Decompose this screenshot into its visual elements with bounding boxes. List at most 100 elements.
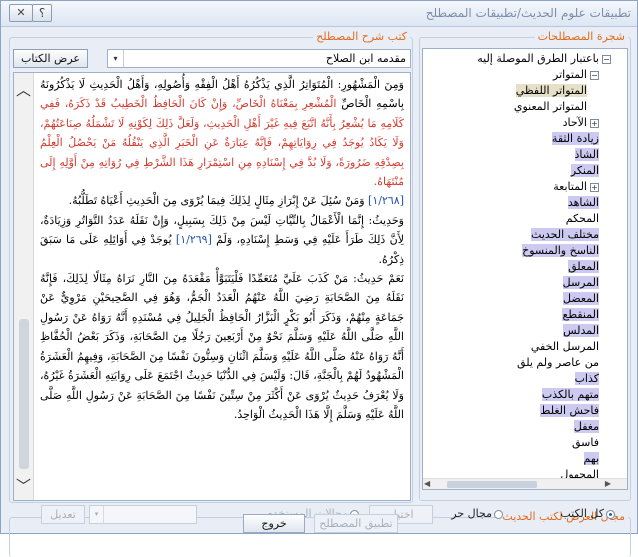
exit-button[interactable]: خروج (243, 514, 305, 533)
tree-hscroll-thumb[interactable] (447, 481, 537, 488)
window-title: تطبيقات علوم الحديث/تطبيقات المصطلح (425, 6, 631, 20)
selected-book: مقدمه ابن الصلاح (325, 52, 406, 65)
tree-item[interactable]: مختلف الحديث (531, 227, 613, 242)
tree-item[interactable]: المنكر (570, 163, 613, 178)
tree-item-label: مختلف الحديث (531, 228, 599, 241)
tree-item[interactable]: الشاهد (567, 195, 613, 210)
terms-tree-panel: شجرة المصطلحات −باعتبار الطرق الموصلة إل… (419, 30, 631, 501)
chevron-down-icon[interactable]: ▾ (90, 506, 104, 523)
tree-item[interactable]: +الآحاد (563, 115, 613, 130)
title-bar: تطبيقات علوم الحديث/تطبيقات المصطلح ✕ ؟ (1, 1, 637, 27)
text-scroll-thumb[interactable] (19, 319, 29, 469)
tree-item-label: المعضل (563, 292, 599, 305)
text-paragraph: [١/٢٦٨] وَمَنْ سُئِلَ عَنْ إِبْرَازِ مِث… (40, 191, 404, 210)
apply-term-button[interactable]: تطبيق المصطلح (314, 514, 398, 533)
help-button[interactable]: ؟ (32, 4, 52, 22)
tree-item[interactable]: متهم بالكذب (541, 387, 613, 402)
tree-item-label: فاسق (571, 436, 599, 449)
text-vertical-scrollbar[interactable]: ︿ ﹀ (14, 73, 34, 500)
tree-item[interactable]: كذاب (574, 371, 613, 386)
book-text: وَمِنَ الْمَشْهُورِ: الْمُتَوَاتِرُ الَّ… (36, 73, 408, 500)
tree-item-label: الناسخ والمنسوخ (522, 244, 599, 257)
tree-item-label: المرسل الخفي (530, 340, 599, 353)
tree-item[interactable]: فاسق (572, 435, 613, 450)
tree-item-label: المتواتر اللفظي (515, 84, 587, 97)
book-toolbar: عرض الكتاب ▾ مقدمه ابن الصلاح (13, 49, 411, 69)
tree-item[interactable]: المحكم (566, 211, 613, 226)
book-text-area[interactable]: ︿ ﹀ وَمِنَ الْمَشْهُورِ: الْمُتَوَاتِرُ … (13, 72, 411, 501)
tree-item[interactable]: المرسل الخفي (531, 339, 613, 354)
tree-item-label: المرسل (562, 276, 599, 289)
tree-item-label: الشاذ (574, 148, 599, 161)
tree-item-label: المتابعة (553, 180, 587, 193)
free-field-label: مجال حر (451, 507, 492, 520)
tree-item[interactable]: +المتابعة (553, 179, 613, 194)
all-books-label: كل الكتب (560, 507, 604, 520)
tree-item[interactable]: المتواتر المعنوي (514, 99, 613, 114)
tree-item-label: كذاب (574, 372, 599, 385)
tree-item[interactable]: المدلس (563, 323, 613, 338)
show-book-button[interactable]: عرض الكتاب (13, 49, 88, 68)
tree-item[interactable]: المعلق (568, 259, 613, 274)
scroll-right-icon[interactable]: ▶ (605, 479, 611, 488)
radio-icon (494, 509, 503, 519)
radio-selected-icon (606, 509, 615, 519)
tree-item-label: الشاهد (567, 196, 599, 209)
scroll-up-icon[interactable]: ︿ (16, 79, 31, 100)
free-field-radio[interactable]: مجال حر (451, 507, 503, 520)
edit-button[interactable]: تعديل (41, 505, 85, 524)
app-window: تطبيقات علوم الحديث/تطبيقات المصطلح ✕ ؟ … (0, 0, 638, 557)
tree-item[interactable]: −باعتبار الطرق الموصلة إليه (477, 51, 613, 66)
tree-item-label: زيادة الثقة (551, 132, 599, 145)
text-paragraph: نَعَمْ حَدِيثُ: مَنْ كَذَبَ عَلَيَّ مُتَ… (40, 269, 404, 424)
tree-item[interactable]: المنقطع (562, 307, 613, 322)
tree-item-label: المحكم (565, 212, 599, 225)
tree-item[interactable]: فاحش الغلط (540, 403, 613, 418)
expand-icon[interactable]: + (590, 182, 599, 192)
books-panel-legend: كتب شرح المصطلح (313, 30, 410, 43)
tree-horizontal-scrollbar[interactable]: ◀ ▶ (423, 478, 627, 489)
tree-item[interactable]: −المتواتر (553, 67, 613, 82)
tree-item[interactable]: زيادة الثقة (551, 131, 613, 146)
tree-item[interactable]: المتواتر اللفظي (515, 83, 613, 98)
close-button[interactable]: ✕ (9, 4, 33, 22)
scroll-left-icon[interactable]: ◀ (424, 479, 430, 488)
terms-tree: −باعتبار الطرق الموصلة إليه −المتواتر المت… (422, 48, 628, 490)
scroll-down-icon[interactable]: ﹀ (16, 475, 31, 496)
tree-item-label: باعتبار الطرق الموصلة إليه (477, 52, 599, 65)
page-reference[interactable]: [١/٢٦٩] (172, 233, 212, 246)
tree-item-label: بهم (583, 452, 599, 465)
text-paragraph: وَحَدِيثُ: إِنَّمَا الْأَعْمَالُ بِالنِّ… (40, 211, 404, 269)
books-panel: كتب شرح المصطلح عرض الكتاب ▾ مقدمه ابن ا… (9, 30, 413, 503)
book-select[interactable]: ▾ مقدمه ابن الصلاح (107, 49, 411, 68)
expand-icon[interactable]: + (590, 118, 599, 128)
tree-item[interactable]: الشاذ (574, 147, 613, 162)
tree-item-label: المدلس (563, 324, 599, 337)
tree-item[interactable]: الناسخ والمنسوخ (522, 243, 613, 258)
tree-item-label: مغفل (573, 420, 599, 433)
text-segment: نَعَمْ حَدِيثُ: مَنْ كَذَبَ عَلَيَّ مُتَ… (40, 272, 404, 421)
tree-item-label: المتواتر (553, 68, 587, 81)
tree-item[interactable]: المرسل (562, 275, 613, 290)
tree-item[interactable]: بهم (583, 451, 613, 466)
page-reference[interactable]: [١/٢٦٨] (365, 194, 404, 207)
tree-item-label: المتواتر المعنوي (513, 100, 587, 113)
all-books-radio[interactable]: كل الكتب (560, 507, 615, 520)
terms-tree-legend: شجرة المصطلحات (534, 30, 628, 43)
tree-item-label: الآحاد (562, 116, 587, 129)
tree-item-label: المعلق (568, 260, 599, 273)
text-segment: الْمُشْعِرِ بِمَعْنَاهُ الْخَاصِّ، وَإِن… (40, 97, 404, 189)
tree-item-label: متهم بالكذب (541, 388, 599, 401)
tree-item-label: فاحش الغلط (540, 404, 599, 417)
text-paragraph: وَمِنَ الْمَشْهُورِ: الْمُتَوَاتِرُ الَّ… (40, 75, 404, 191)
chevron-down-icon[interactable]: ▾ (108, 50, 124, 67)
tree-item[interactable]: من عاصر ولم يلق (517, 355, 613, 370)
tree-item[interactable]: مغفل (573, 419, 613, 434)
terms-tree-items: −باعتبار الطرق الموصلة إليه −المتواتر المت… (423, 49, 613, 479)
collapse-icon[interactable]: − (602, 54, 611, 64)
user-fields-select[interactable]: ▾ (89, 505, 197, 524)
tree-item-label: من عاصر ولم يلق (517, 356, 599, 369)
tree-item[interactable]: المعضل (563, 291, 613, 306)
collapse-icon[interactable]: − (590, 70, 599, 80)
text-segment: وَمَنْ سُئِلَ عَنْ إِبْرَازِ مِثَالٍ لِذ… (68, 194, 365, 208)
